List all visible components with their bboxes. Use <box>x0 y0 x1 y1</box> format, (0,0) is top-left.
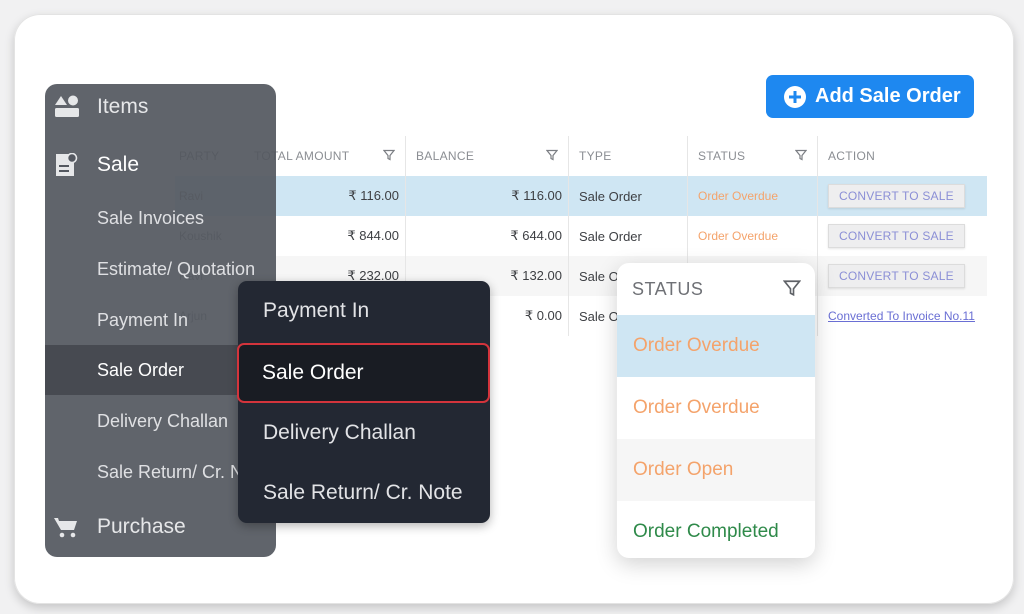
status-option[interactable]: Order Overdue <box>617 377 815 439</box>
status-option-label: Order Overdue <box>633 335 760 356</box>
status-option[interactable]: Order Completed <box>617 501 815 558</box>
table-row[interactable]: Ravi ₹ 116.00 ₹ 116.00 Sale Order Order … <box>175 176 987 216</box>
filter-icon[interactable] <box>383 149 395 161</box>
status-option[interactable]: Order Overdue <box>617 315 815 377</box>
convert-to-sale-button[interactable]: CONVERT TO SALE <box>828 184 965 208</box>
sidebar-item-label: Items <box>97 95 149 118</box>
submenu-item-payment-in[interactable]: Payment In <box>238 281 490 341</box>
sidebar-item-label: Sale <box>97 153 140 176</box>
status-filter-header: STATUS <box>617 263 815 315</box>
cell-type-text: Sale Order <box>579 188 642 204</box>
cell-action: Converted To Invoice No.11 <box>818 296 987 336</box>
cell-type-text: Sale Order <box>579 228 642 244</box>
status-filter-title: STATUS <box>632 278 704 299</box>
status-option[interactable]: Order Open <box>617 439 815 501</box>
sidebar-item-sale[interactable]: Sale <box>45 143 276 187</box>
submenu-item-sale-order[interactable]: Sale Order <box>237 343 490 403</box>
filter-icon[interactable] <box>783 279 801 297</box>
status-text: Order Overdue <box>698 189 779 203</box>
status-option-label: Order Open <box>633 459 734 480</box>
col-balance-label: BALANCE <box>416 149 475 163</box>
sidebar-item-items[interactable]: Items <box>45 85 276 129</box>
cell-status: Order Overdue <box>688 176 818 216</box>
add-sale-order-button[interactable]: Add Sale Order <box>766 75 974 118</box>
items-icon <box>55 95 79 117</box>
submenu-item-delivery-challan[interactable]: Delivery Challan <box>238 403 490 463</box>
cell-status: Order Overdue <box>688 216 818 256</box>
cell-balance: ₹ 116.00 <box>406 176 569 216</box>
cell-type: Sale Order <box>569 176 688 216</box>
status-filter-popup: STATUS Order Overdue Order Overdue Order… <box>617 263 815 558</box>
filter-icon[interactable] <box>546 149 558 161</box>
sidebar-subitem-sale-invoices[interactable]: Sale Invoices <box>45 193 276 243</box>
converted-invoice-link[interactable]: Converted To Invoice No.11 <box>828 309 975 323</box>
status-text: Order Overdue <box>698 229 779 243</box>
submenu-item-sale-return[interactable]: Sale Return/ Cr. Note <box>238 463 490 523</box>
sale-submenu-popup: Payment In Sale Order Delivery Challan S… <box>237 281 490 523</box>
cart-icon <box>54 518 77 538</box>
sale-document-icon <box>56 153 78 176</box>
convert-to-sale-button[interactable]: CONVERT TO SALE <box>828 224 965 248</box>
table-row[interactable]: Koushik ₹ 844.00 ₹ 644.00 Sale Order Ord… <box>175 216 987 256</box>
filter-icon[interactable] <box>795 149 807 161</box>
col-type: TYPE <box>569 136 688 176</box>
cell-action: CONVERT TO SALE <box>818 256 987 296</box>
sidebar-item-label: Purchase <box>97 515 186 538</box>
col-action: ACTION <box>828 149 876 163</box>
table-header: PARTY TOTAL AMOUNT BALANCE TYPE STATUS A… <box>175 136 987 176</box>
cell-action: CONVERT TO SALE <box>818 176 987 216</box>
plus-circle-icon <box>784 85 806 108</box>
col-balance[interactable]: BALANCE <box>406 136 569 176</box>
cell-balance: ₹ 644.00 <box>406 216 569 256</box>
status-option-label: Order Completed <box>633 521 779 542</box>
col-status-label: STATUS <box>698 149 746 163</box>
add-sale-order-label: Add Sale Order <box>815 85 961 107</box>
convert-to-sale-button[interactable]: CONVERT TO SALE <box>828 264 965 288</box>
col-type-label: TYPE <box>579 149 612 163</box>
status-option-label: Order Overdue <box>633 397 760 418</box>
col-status[interactable]: STATUS <box>688 136 818 176</box>
cell-type: Sale Order <box>569 216 688 256</box>
cell-action: CONVERT TO SALE <box>818 216 987 256</box>
